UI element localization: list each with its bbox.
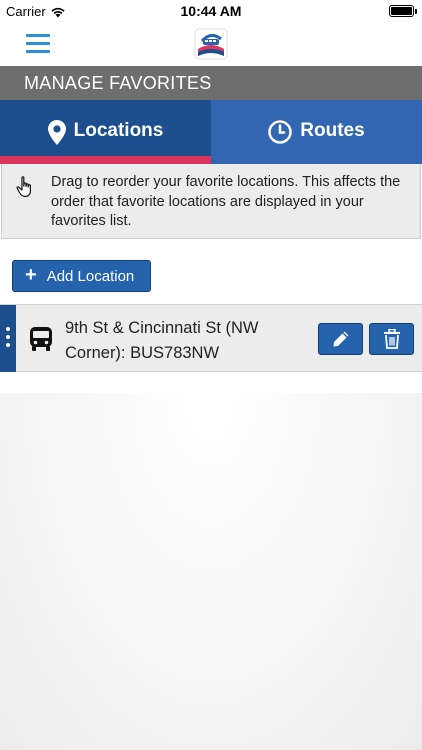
tab-label: Locations	[73, 120, 164, 141]
delete-button[interactable]	[369, 323, 414, 355]
add-location-label: Add Location	[46, 267, 135, 285]
favorite-location-name: 9th St & Cincinnati St (NW Corner): BUS7…	[65, 319, 259, 362]
empty-background-area	[0, 393, 422, 750]
nav-bar	[0, 22, 422, 66]
edit-button[interactable]	[318, 323, 363, 355]
clock-icon	[268, 120, 293, 144]
drag-handle[interactable]	[0, 305, 16, 372]
tab-routes[interactable]: Routes	[211, 100, 422, 164]
pencil-icon	[333, 331, 348, 347]
status-bar: Carrier 10:44 AM	[0, 0, 422, 22]
page-title: MANAGE FAVORITES	[0, 66, 422, 100]
status-time: 10:44 AM	[180, 3, 242, 19]
tab-bar: Locations Routes	[0, 100, 422, 164]
trash-icon	[383, 329, 400, 349]
pointing-hand-icon	[16, 176, 31, 198]
plus-icon: +	[25, 264, 37, 286]
info-text: Drag to reorder your favorite locations.…	[51, 174, 401, 229]
map-pin-icon	[47, 119, 66, 145]
battery-icon	[389, 5, 417, 17]
tab-locations[interactable]: Locations	[0, 100, 211, 164]
citybus-logo[interactable]	[194, 27, 228, 61]
tab-label: Routes	[300, 120, 365, 141]
info-box: Drag to reorder your favorite locations.…	[1, 164, 421, 239]
add-location-button[interactable]: + Add Location	[12, 260, 151, 292]
favorite-location-row: 9th St & Cincinnati St (NW Corner): BUS7…	[0, 304, 422, 372]
hamburger-menu-icon[interactable]	[26, 34, 50, 53]
bus-icon	[30, 327, 52, 351]
